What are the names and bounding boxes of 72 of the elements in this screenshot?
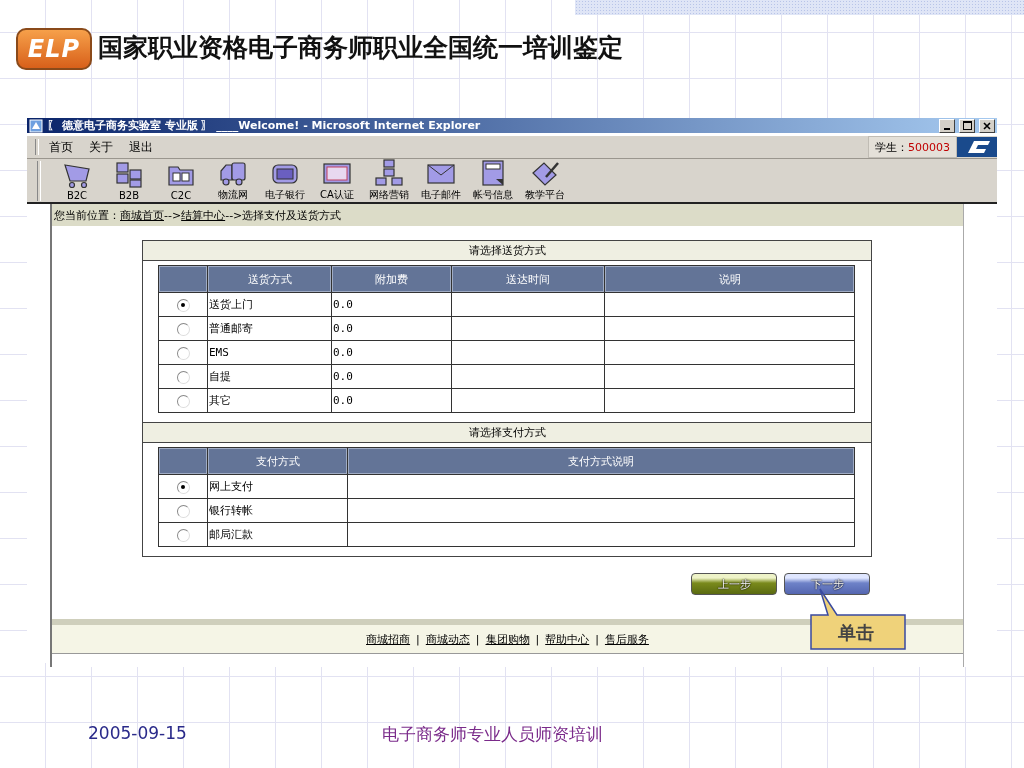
toolbar-button[interactable]: CA认证 (311, 159, 363, 202)
radio-button[interactable] (176, 480, 190, 494)
maximize-icon (962, 121, 972, 130)
table-cell: 邮局汇款 (207, 522, 348, 547)
table-cell: 普通邮寄 (207, 316, 332, 341)
toolbar-button[interactable]: 网络营销 (363, 159, 415, 202)
table-cell: 0.0 (331, 292, 452, 317)
radio-button[interactable] (176, 504, 190, 518)
link-separator: | (475, 632, 480, 646)
radio-button[interactable] (176, 322, 190, 336)
link-separator: | (595, 632, 599, 646)
toolbar-button[interactable]: B2B (103, 160, 155, 201)
truck-icon (218, 159, 248, 187)
header-cell: 附加费 (331, 265, 452, 293)
radio-button[interactable] (176, 528, 190, 542)
toolbar-button[interactable]: 电子邮件 (415, 159, 467, 202)
minimize-button[interactable] (939, 118, 955, 133)
section-heading: 请选择送货方式 (143, 240, 871, 261)
breadcrumb-text: --> (164, 208, 182, 222)
header-cell: 送货方式 (207, 265, 332, 293)
header-cell: 送达时间 (451, 265, 605, 293)
header-cell: 支付方式说明 (347, 447, 855, 475)
logo: ELP (16, 28, 92, 70)
slide-footer: 电子商务师专业人员师资培训 (381, 723, 603, 746)
slide-date: 2005-09-15 (88, 723, 187, 743)
table-cell: 0.0 (331, 388, 452, 413)
menu-item[interactable]: 关于 (89, 138, 113, 156)
blocks-icon (114, 160, 144, 189)
table-cell: EMS (207, 340, 332, 365)
header-cell: 支付方式 (207, 447, 348, 475)
menu-item[interactable]: 首页 (49, 138, 73, 156)
table-cell: 网上支付 (207, 474, 348, 499)
user-field: 学生：500003 (868, 136, 957, 158)
header-cell: 说明 (604, 265, 855, 293)
footer-link[interactable]: 商城招商 (366, 631, 411, 647)
table-cell: 送货上门 (207, 292, 332, 317)
breadcrumb-text: 您当前位置： (54, 207, 120, 223)
window-title: 〖 德意电子商务实验室 专业版 〗 ____Welcome! - Microsoft Internet Explorer (47, 118, 482, 133)
breadcrumb-link[interactable]: 结算中心 (181, 207, 226, 223)
toolbar-button[interactable]: B2C (51, 160, 103, 201)
toolbar-button[interactable]: C2C (155, 160, 207, 201)
radio-button[interactable] (176, 394, 190, 408)
radio-button[interactable] (176, 346, 190, 360)
footer-link[interactable]: 集团购物 (485, 631, 530, 647)
network-icon (374, 159, 404, 187)
radio-button[interactable] (176, 298, 190, 312)
section-heading: 请选择支付方式 (143, 422, 871, 443)
link-separator: | (416, 632, 420, 646)
toolbar-button[interactable]: 电子银行 (259, 159, 311, 202)
toolbar-button[interactable]: 教学平台 (519, 159, 571, 202)
table-cell: 0.0 (331, 316, 452, 341)
breadcrumb-text: -->选择支付及送货方式 (225, 207, 342, 223)
table-cell: 其它 (207, 388, 332, 413)
menu-item[interactable]: 退出 (129, 138, 153, 156)
callout-text: 单击 (838, 621, 874, 645)
toolbar-button[interactable]: 物流网 (207, 159, 259, 202)
minimize-icon (944, 127, 950, 130)
table-cell: 0.0 (331, 364, 452, 389)
footer-link[interactable]: 商城动态 (425, 631, 470, 647)
close-button[interactable] (979, 118, 995, 133)
slide-title: 国家职业资格电子商务师职业全国统一培训鉴定 (98, 32, 623, 64)
link-separator: | (535, 632, 540, 646)
footer-link[interactable]: 售后服务 (604, 631, 649, 647)
radio-button[interactable] (176, 370, 190, 384)
breadcrumb-link[interactable]: 商城首页 (120, 207, 164, 223)
toolbar-button[interactable]: 帐号信息 (467, 159, 519, 202)
table-cell: 银行转帐 (207, 498, 348, 523)
maximize-button[interactable] (959, 118, 975, 133)
table-cell: 0.0 (331, 340, 452, 365)
table-cell: 自提 (207, 364, 332, 389)
footer-link[interactable]: 帮助中心 (545, 631, 590, 647)
close-icon (983, 121, 991, 130)
